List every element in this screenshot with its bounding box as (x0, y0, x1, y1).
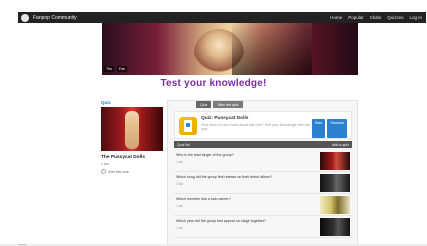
quiz-icon (179, 117, 197, 135)
quiz-card-body: Quiz: Pussycat Dolls How much do you kno… (201, 116, 312, 138)
random-quiz-button[interactable]: Random (327, 119, 347, 138)
quiz-list-item[interactable]: Which song did the group first release o… (174, 172, 352, 194)
nav-item-home[interactable]: Home (330, 15, 342, 20)
club-meta: The Pussycat Dolls 1 fan Join this club (101, 155, 163, 174)
quiz-panel: Quiz Take the quiz Quiz: Pussycat Dolls … (167, 100, 358, 246)
quiz-list-item[interactable]: Which year did the group first appear on… (174, 216, 352, 238)
banner-tag-1: The (104, 66, 115, 72)
quiz-item-thumbnail[interactable] (320, 174, 350, 192)
quiz-list-title: Quiz list (177, 142, 190, 147)
club-name[interactable]: The Pussycat Dolls (101, 155, 163, 160)
banner-tags: The Fan (104, 66, 128, 72)
quiz-list-item[interactable]: Who is the lead singer of the group? 1 f… (174, 150, 352, 172)
quiz-card-title: Quiz: Pussycat Dolls (201, 116, 249, 121)
hero-banner: The Fan (102, 23, 358, 75)
quiz-list-header: Quiz list Add a quiz (174, 141, 352, 148)
quiz-card-text: How much do you know about this club? Te… (201, 123, 311, 132)
nav-item-quizzes[interactable]: Quizzes (387, 15, 403, 20)
sidebar-title: Quiz (101, 100, 111, 105)
start-quiz-button[interactable]: Start (311, 119, 326, 138)
tabs: Quiz Take the quiz (196, 101, 243, 108)
brand-name[interactable]: Fanpop Community (33, 15, 77, 21)
add-quiz-link[interactable]: Add a quiz (332, 143, 349, 147)
quiz-item-thumbnail[interactable] (320, 196, 350, 214)
quiz-list-item[interactable]: Which member has a solo career? 1 fan (174, 194, 352, 216)
sidebar: Quiz The Pussycat Dolls 1 fan Join this … (101, 100, 163, 174)
quiz-item-meta: 1 fan (176, 160, 184, 164)
quiz-item-title[interactable]: Which member has a solo career? (176, 197, 316, 201)
quiz-item-thumbnail[interactable] (320, 218, 350, 236)
quiz-card-buttons: Start Random (311, 119, 347, 138)
nav-item-login[interactable]: Log In (409, 15, 422, 20)
join-icon (101, 169, 106, 174)
nav-item-popular[interactable]: Popular (348, 15, 364, 20)
page-headline: Test your knowledge! (160, 78, 267, 89)
quiz-item-meta: 1 fan (176, 226, 184, 230)
club-subtext: 1 fan (101, 162, 109, 166)
quiz-item-title[interactable]: Who is the lead singer of the group? (176, 153, 316, 157)
join-row[interactable]: Join this club (101, 169, 163, 174)
nav-item-clubs[interactable]: Clubs (370, 15, 382, 20)
quiz-list: Who is the lead singer of the group? 1 f… (174, 150, 352, 238)
join-label: Join this club (108, 169, 129, 174)
quiz-card: Quiz: Pussycat Dolls How much do you kno… (174, 111, 352, 139)
logo-icon[interactable] (21, 13, 29, 22)
quiz-item-title[interactable]: Which song did the group first release o… (176, 175, 316, 179)
tab-take-quiz[interactable]: Take the quiz (213, 101, 243, 108)
club-image[interactable] (101, 107, 163, 151)
banner-tag-2: Fan (117, 66, 128, 72)
top-navigation-bar: Fanpop Community Home Popular Clubs Quiz… (18, 12, 426, 23)
top-nav: Home Popular Clubs Quizzes Log In (330, 15, 426, 20)
quiz-item-meta: 1 fan (176, 182, 184, 186)
quiz-item-title[interactable]: Which year did the group first appear on… (176, 219, 316, 223)
tab-quiz[interactable]: Quiz (196, 101, 212, 108)
quiz-item-thumbnail[interactable] (320, 152, 350, 170)
quiz-item-meta: 1 fan (176, 204, 184, 208)
scroll-indicator[interactable] (18, 244, 26, 245)
